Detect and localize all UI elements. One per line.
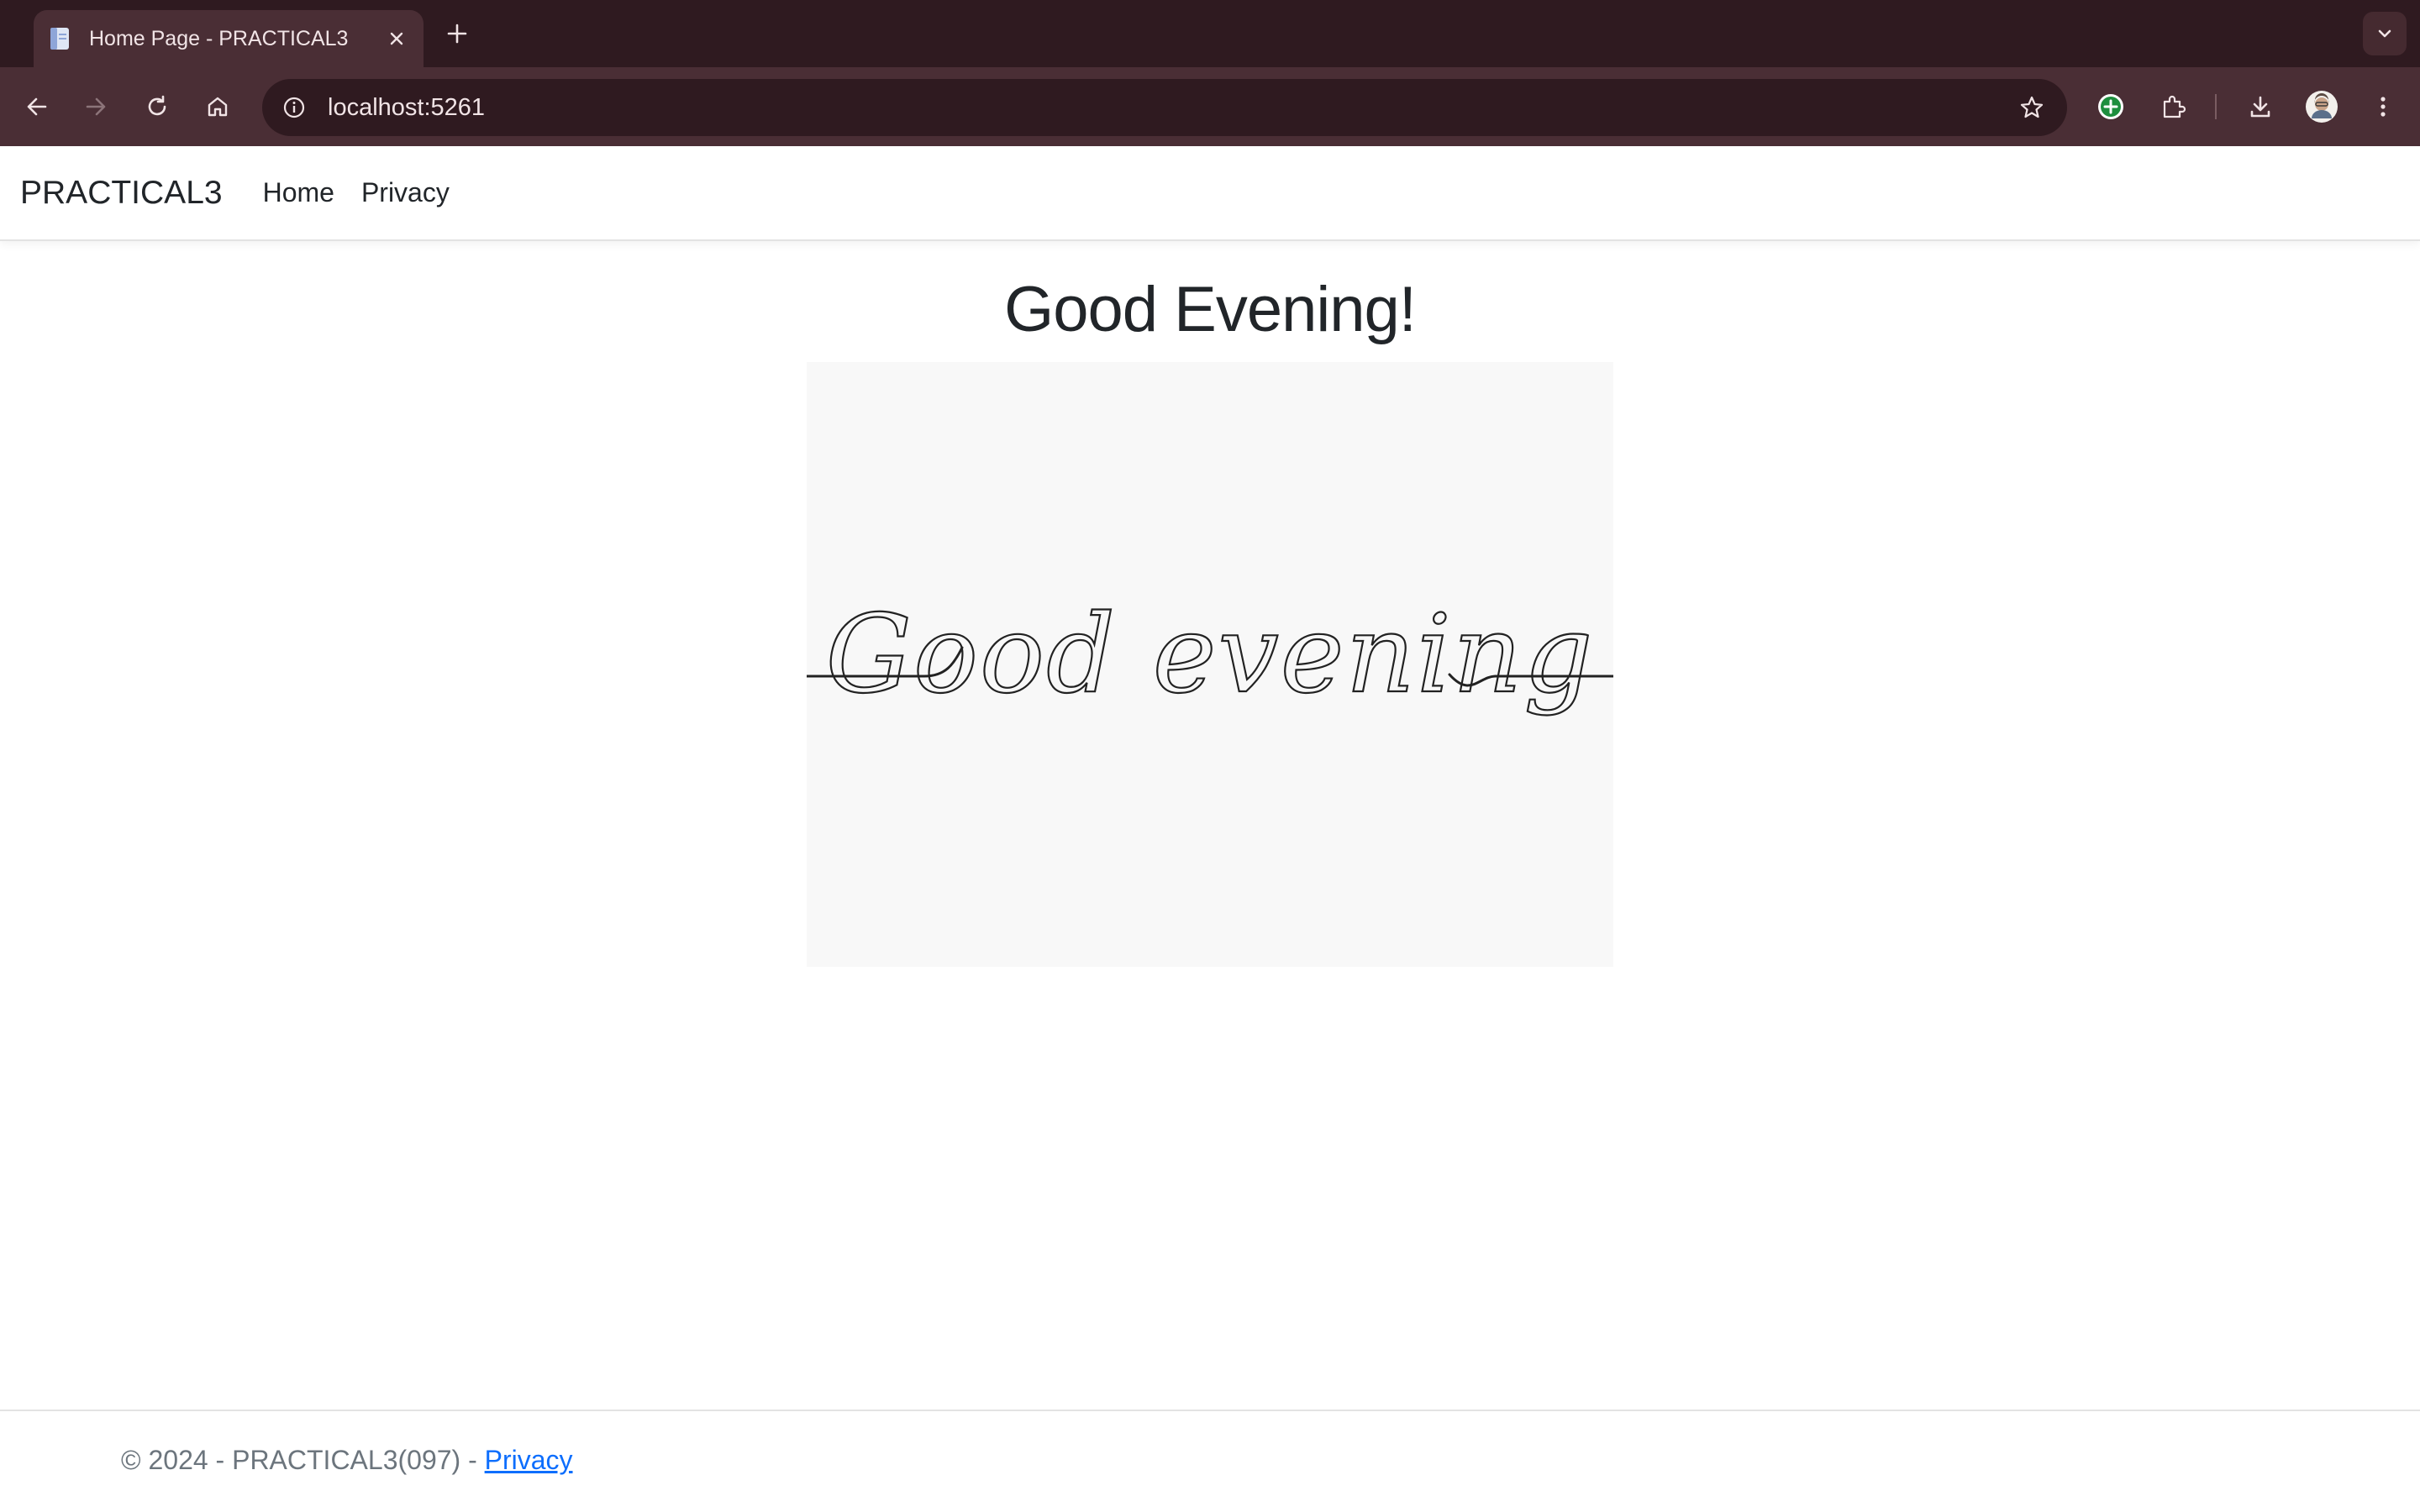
menu-button[interactable] [2363,87,2403,127]
home-icon [208,97,228,117]
plus-circle-icon [2098,94,2123,119]
reload-button[interactable] [137,87,177,127]
chevron-down-icon [2378,29,2391,38]
plus-icon [447,24,467,44]
download-icon [2250,96,2270,118]
site-footer: © 2024 - PRACTICAL3(097) - Privacy [0,1410,2420,1512]
new-tab-button[interactable] [440,17,474,50]
tab-search-button[interactable] [2363,12,2407,55]
browser-window: Home Page - PRACTICAL3 localhost:5261 PR… [0,0,2420,1512]
document-icon [47,26,72,51]
reload-icon [148,95,166,116]
footer-text: © 2024 - PRACTICAL3(097) - Privacy [121,1445,573,1476]
greeting-heading: Good Evening! [1004,274,1417,345]
script-greeting-text: Good evening [826,592,1595,717]
navbar-brand[interactable]: PRACTICAL3 [20,175,223,212]
extension-add-button[interactable] [2091,87,2131,127]
star-icon[interactable] [2012,87,2052,128]
arrow-left-icon [27,97,47,116]
extensions-button[interactable] [2153,87,2193,127]
tab-active[interactable]: Home Page - PRACTICAL3 [34,10,424,67]
browser-toolbar: localhost:5261 [0,67,2420,146]
tab-title: Home Page - PRACTICAL3 [89,26,349,50]
page-content: PRACTICAL3 Home Privacy Good Evening! Go… [0,146,2420,1512]
address-bar[interactable]: localhost:5261 [262,79,2067,136]
puzzle-icon [2163,95,2186,118]
good-evening-image: Good evening [807,362,1613,967]
close-icon[interactable] [381,24,412,54]
footer-copyright: © 2024 - PRACTICAL3(097) - [121,1445,485,1475]
toolbar-separator [2215,94,2217,119]
home-button[interactable] [197,87,238,127]
info-icon[interactable] [276,89,313,126]
forward-button[interactable] [76,87,116,127]
back-button[interactable] [17,87,57,127]
main-content: Good Evening! Good evening [0,241,2420,967]
arrow-right-icon [86,97,106,116]
tab-strip: Home Page - PRACTICAL3 [0,0,2420,67]
downloads-button[interactable] [2240,87,2281,127]
nav-link-home[interactable]: Home [263,177,334,208]
nav-link-privacy[interactable]: Privacy [361,177,450,208]
site-navbar: PRACTICAL3 Home Privacy [0,146,2420,241]
more-vertical-icon [2381,97,2386,117]
avatar-icon [2306,91,2338,123]
profile-button[interactable] [2302,87,2342,127]
address-url[interactable]: localhost:5261 [328,94,2012,122]
footer-privacy-link[interactable]: Privacy [485,1445,573,1475]
